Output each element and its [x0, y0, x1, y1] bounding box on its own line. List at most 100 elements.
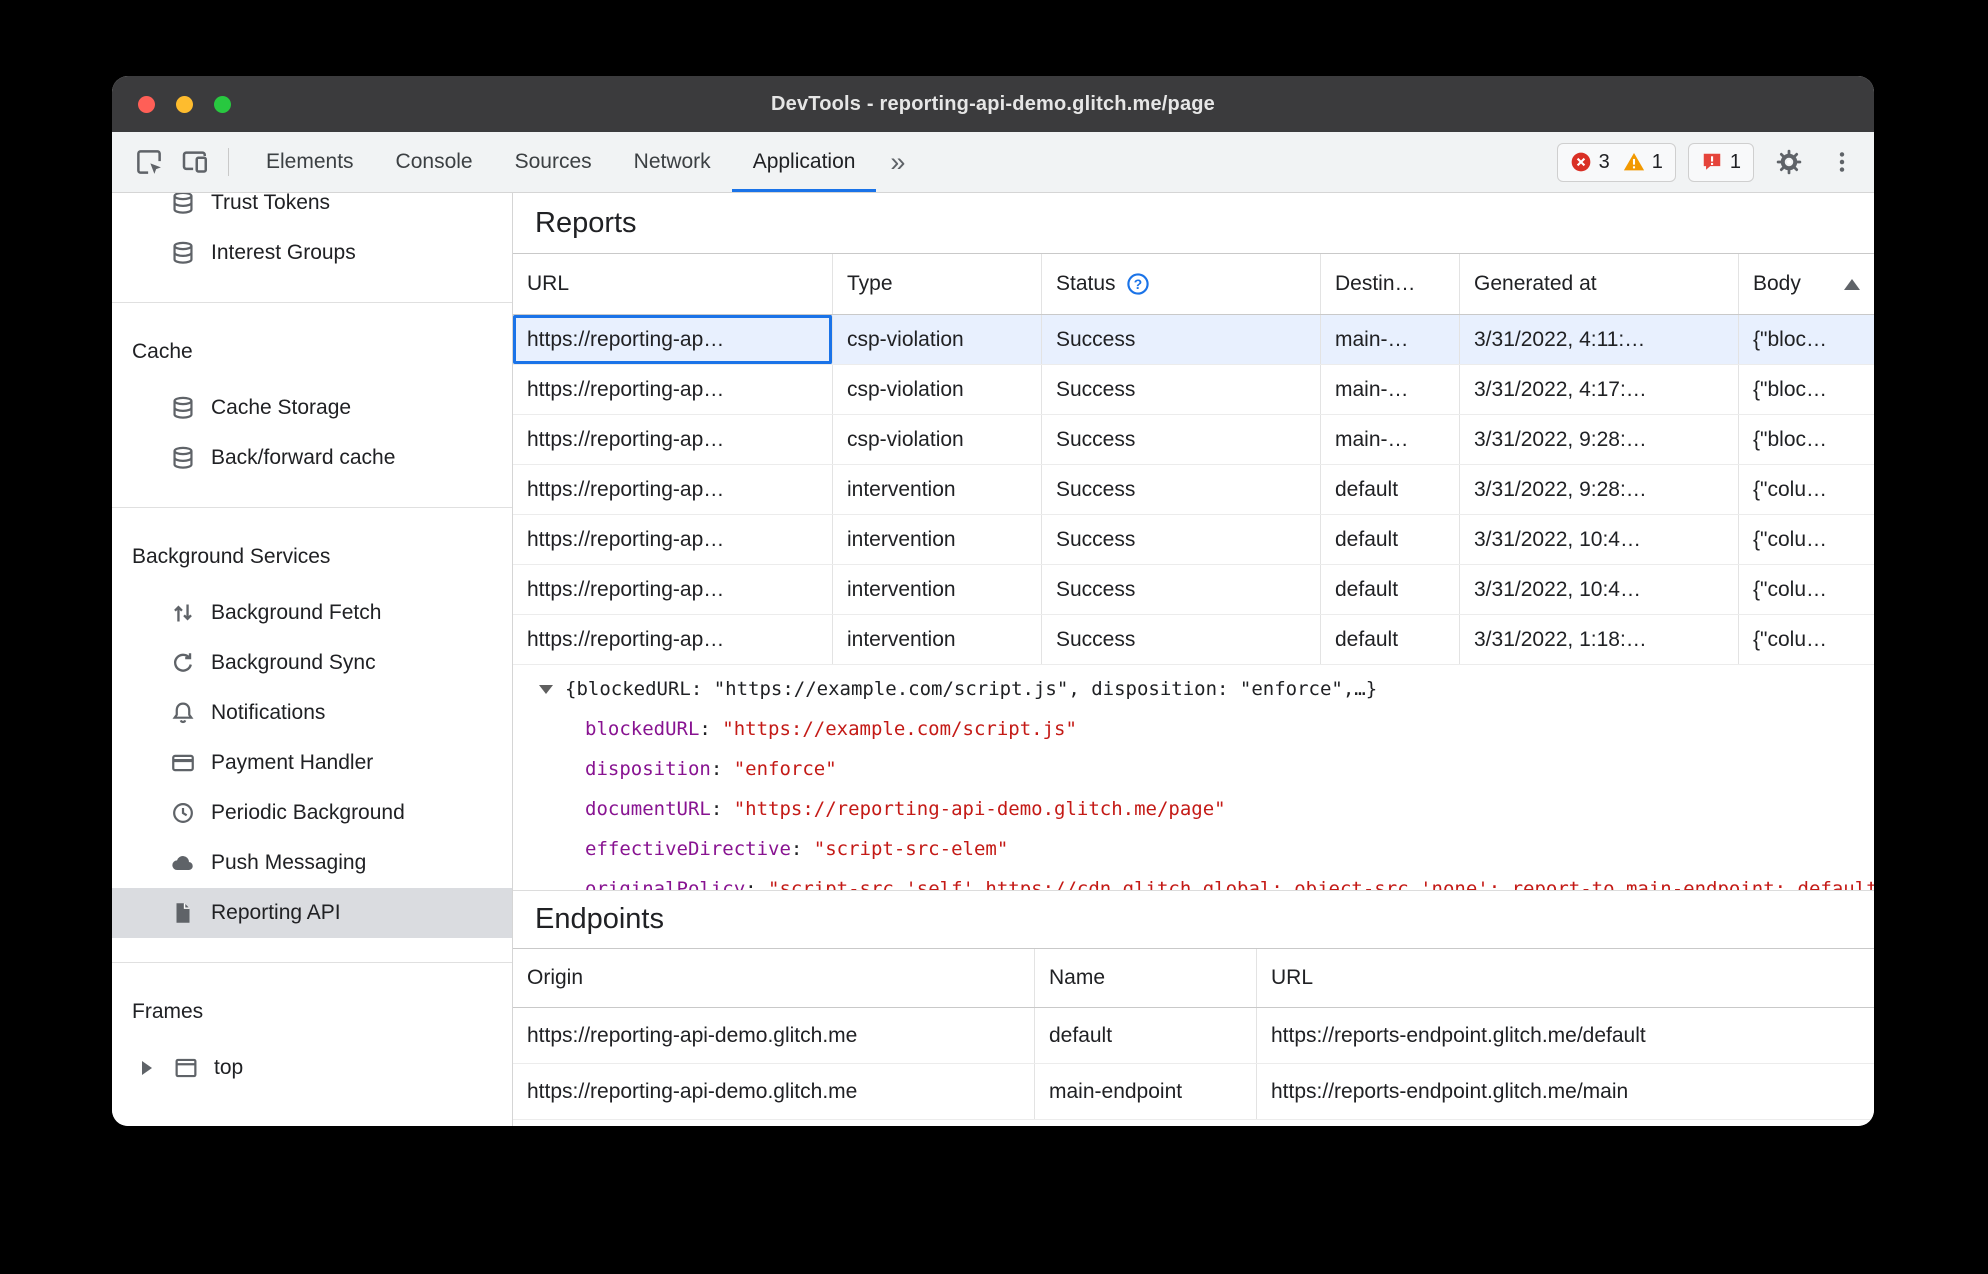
report-row[interactable]: https://reporting-ap… csp-violation Succ… [513, 415, 1874, 465]
report-cell-generated-at[interactable]: 3/31/2022, 4:17:… [1460, 365, 1739, 414]
report-cell-destination[interactable]: default [1321, 615, 1460, 664]
report-cell-url[interactable]: https://reporting-ap… [513, 415, 833, 464]
report-cell-url[interactable]: https://reporting-ap… [513, 515, 833, 564]
background-sync-icon [170, 650, 196, 676]
column-header-url[interactable]: URL [513, 254, 833, 314]
sidebar-item-top-frame[interactable]: top [112, 1043, 512, 1093]
report-cell-body[interactable]: {"bloc… [1739, 415, 1874, 464]
tab-application[interactable]: Application [731, 132, 877, 192]
device-toolbar-button[interactable] [172, 139, 218, 185]
sidebar-item-reporting-api[interactable]: Reporting API [112, 888, 512, 938]
report-cell-destination[interactable]: main-… [1321, 365, 1460, 414]
report-cell-body[interactable]: {"colu… [1739, 565, 1874, 614]
tab-sources[interactable]: Sources [494, 132, 613, 192]
sidebar-item-back-forward-cache[interactable]: Back/forward cache [112, 433, 512, 483]
sidebar-item-trust-tokens[interactable]: Trust Tokens [112, 193, 512, 228]
endpoint-cell-name[interactable]: default [1035, 1008, 1257, 1063]
sidebar-item-notifications[interactable]: Notifications [112, 688, 512, 738]
more-tabs-button[interactable]: » [876, 132, 919, 192]
endpoint-row[interactable]: https://reporting-api-demo.glitch.me mai… [513, 1064, 1874, 1120]
column-header-body[interactable]: Body [1739, 254, 1874, 314]
report-cell-status[interactable]: Success [1042, 615, 1321, 664]
tab-elements[interactable]: Elements [245, 132, 375, 192]
inspect-element-button[interactable] [126, 139, 172, 185]
report-cell-status[interactable]: Success [1042, 465, 1321, 514]
report-cell-destination[interactable]: default [1321, 515, 1460, 564]
report-cell-generated-at[interactable]: 3/31/2022, 10:4… [1460, 565, 1739, 614]
sidebar-item-periodic-background-sync[interactable]: Periodic Background [112, 788, 512, 838]
report-row[interactable]: https://reporting-ap… intervention Succe… [513, 565, 1874, 615]
console-status-badge[interactable]: 3 1 [1556, 142, 1676, 182]
sidebar-item-payment-handler[interactable]: Payment Handler [112, 738, 512, 788]
report-cell-generated-at[interactable]: 3/31/2022, 9:28:… [1460, 465, 1739, 514]
report-cell-url[interactable]: https://reporting-ap… [513, 365, 833, 414]
report-cell-url[interactable]: https://reporting-ap… [513, 615, 833, 664]
report-cell-body[interactable]: {"colu… [1739, 515, 1874, 564]
column-header-status[interactable]: Status ? [1042, 254, 1321, 314]
report-cell-type[interactable]: intervention [833, 515, 1042, 564]
report-cell-status[interactable]: Success [1042, 365, 1321, 414]
window-titlebar: DevTools - reporting-api-demo.glitch.me/… [112, 76, 1874, 132]
report-cell-generated-at[interactable]: 3/31/2022, 4:11:… [1460, 315, 1739, 364]
report-cell-destination[interactable]: default [1321, 465, 1460, 514]
expand-triangle-icon[interactable] [142, 1061, 152, 1075]
close-window-button[interactable] [138, 95, 155, 113]
endpoint-row[interactable]: https://reporting-api-demo.glitch.me def… [513, 1008, 1874, 1064]
report-cell-body[interactable]: {"bloc… [1739, 315, 1874, 364]
settings-button[interactable] [1766, 139, 1812, 185]
sidebar-item-push-messaging[interactable]: Push Messaging [112, 838, 512, 888]
column-header-endpoint-url[interactable]: URL [1257, 949, 1874, 1007]
sidebar-item-background-sync[interactable]: Background Sync [112, 638, 512, 688]
tab-console[interactable]: Console [375, 132, 494, 192]
column-header-name[interactable]: Name [1035, 949, 1257, 1007]
report-cell-type[interactable]: intervention [833, 565, 1042, 614]
zoom-window-button[interactable] [214, 95, 231, 113]
report-cell-url[interactable]: https://reporting-ap… [513, 565, 833, 614]
minimize-window-button[interactable] [176, 95, 193, 113]
report-cell-status[interactable]: Success [1042, 415, 1321, 464]
report-cell-destination[interactable]: main-… [1321, 315, 1460, 364]
report-cell-destination[interactable]: main-… [1321, 415, 1460, 464]
status-help-icon[interactable]: ? [1126, 272, 1150, 296]
report-cell-type[interactable]: csp-violation [833, 365, 1042, 414]
report-cell-generated-at[interactable]: 3/31/2022, 9:28:… [1460, 415, 1739, 464]
endpoint-cell-origin[interactable]: https://reporting-api-demo.glitch.me [513, 1064, 1035, 1119]
more-options-button[interactable] [1824, 139, 1860, 185]
json-summary-line[interactable]: {blockedURL: "https://example.com/script… [539, 669, 1874, 709]
report-cell-url[interactable]: https://reporting-ap… [513, 465, 833, 514]
sidebar-item-background-fetch[interactable]: Background Fetch [112, 588, 512, 638]
report-cell-type[interactable]: intervention [833, 465, 1042, 514]
report-row[interactable]: https://reporting-ap… intervention Succe… [513, 515, 1874, 565]
disclosure-triangle-icon[interactable] [539, 685, 553, 694]
report-cell-body[interactable]: {"colu… [1739, 615, 1874, 664]
report-cell-status[interactable]: Success [1042, 515, 1321, 564]
report-row[interactable]: https://reporting-ap… csp-violation Succ… [513, 365, 1874, 415]
issues-badge[interactable]: 1 [1687, 142, 1754, 182]
report-cell-url[interactable]: https://reporting-ap… [513, 315, 833, 364]
report-row[interactable]: https://reporting-ap… intervention Succe… [513, 615, 1874, 665]
endpoint-cell-url[interactable]: https://reports-endpoint.glitch.me/main [1257, 1064, 1874, 1119]
report-cell-status[interactable]: Success [1042, 315, 1321, 364]
report-cell-destination[interactable]: default [1321, 565, 1460, 614]
sidebar-item-cache-storage[interactable]: Cache Storage [112, 383, 512, 433]
column-header-destination[interactable]: Destin… [1321, 254, 1460, 314]
report-cell-type[interactable]: csp-violation [833, 415, 1042, 464]
endpoint-cell-url[interactable]: https://reports-endpoint.glitch.me/defau… [1257, 1008, 1874, 1063]
report-cell-body[interactable]: {"colu… [1739, 465, 1874, 514]
sidebar-item-interest-groups[interactable]: Interest Groups [112, 228, 512, 278]
report-cell-generated-at[interactable]: 3/31/2022, 10:4… [1460, 515, 1739, 564]
report-cell-status[interactable]: Success [1042, 565, 1321, 614]
report-cell-generated-at[interactable]: 3/31/2022, 1:18:… [1460, 615, 1739, 664]
report-cell-body[interactable]: {"bloc… [1739, 365, 1874, 414]
endpoint-cell-name[interactable]: main-endpoint [1035, 1064, 1257, 1119]
column-header-type[interactable]: Type [833, 254, 1042, 314]
tab-network[interactable]: Network [613, 132, 732, 192]
endpoint-cell-origin[interactable]: https://reporting-api-demo.glitch.me [513, 1008, 1035, 1063]
report-cell-type[interactable]: intervention [833, 615, 1042, 664]
report-cell-type[interactable]: csp-violation [833, 315, 1042, 364]
column-header-generated-at[interactable]: Generated at [1460, 254, 1739, 314]
column-header-origin[interactable]: Origin [513, 949, 1035, 1007]
report-row[interactable]: https://reporting-ap… csp-violation Succ… [513, 315, 1874, 365]
report-row[interactable]: https://reporting-ap… intervention Succe… [513, 465, 1874, 515]
issues-icon [1701, 151, 1723, 173]
